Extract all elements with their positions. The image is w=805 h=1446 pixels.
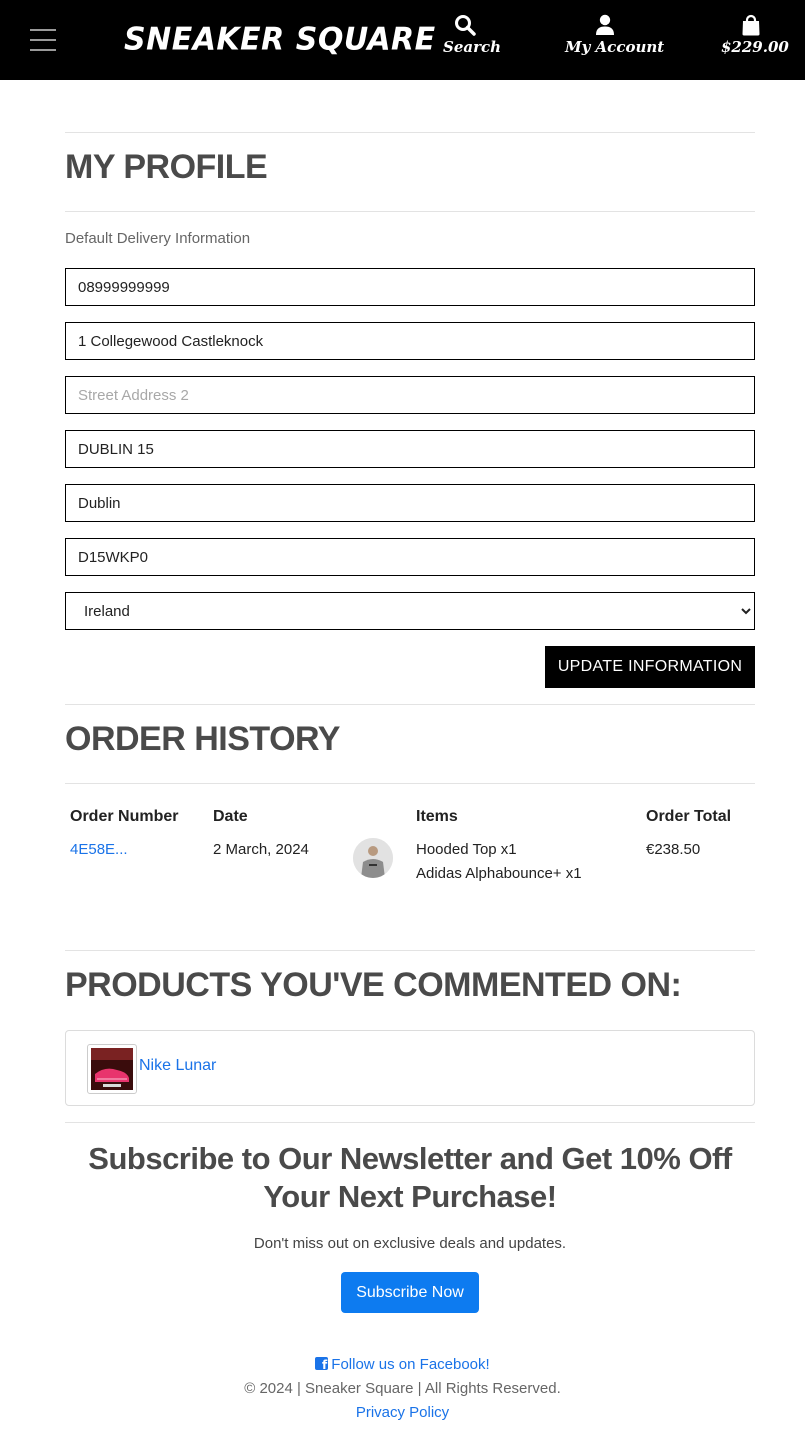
bag-total: $229.00 — [721, 38, 789, 56]
street-address-2-input[interactable] — [65, 376, 755, 414]
menu-toggle-icon[interactable] — [30, 29, 58, 51]
divider — [65, 132, 755, 133]
postcode-input[interactable] — [65, 538, 755, 576]
nav-shopping-bag[interactable]: $229.00 — [721, 14, 789, 56]
commented-products-title: PRODUCTS YOU'VE COMMENTED ON: — [65, 966, 682, 1004]
newsletter-subtitle: Don't miss out on exclusive deals and up… — [253, 1235, 567, 1252]
nav-search[interactable]: Search — [443, 14, 502, 56]
copyright-text: © 2024 | Sneaker Square | All Rights Res… — [244, 1380, 561, 1397]
privacy-line: Privacy Policy — [0, 1404, 805, 1421]
order-item-1: Hooded Top x1 — [416, 841, 517, 858]
order-history-title: ORDER HISTORY — [65, 720, 340, 758]
order-date: 2 March, 2024 — [213, 841, 309, 858]
col-items: Items — [416, 808, 458, 825]
product-link[interactable]: Nike Lunar — [139, 1057, 216, 1075]
street-address-1-input[interactable] — [65, 322, 755, 360]
divider — [65, 1122, 755, 1123]
order-item-2: Adidas Alphabounce+ x1 — [416, 865, 582, 882]
product-thumbnail[interactable] — [87, 1044, 137, 1094]
newsletter-title: Subscribe to Our Newsletter and Get 10% … — [88, 1141, 732, 1214]
facebook-follow: Follow us on Facebook! — [0, 1356, 805, 1373]
shopping-bag-icon — [742, 14, 760, 36]
commented-product-card: Nike Lunar — [65, 1030, 755, 1106]
phone-number-input[interactable] — [65, 268, 755, 306]
col-order-number: Order Number — [70, 808, 179, 825]
profile-title: MY PROFILE — [65, 148, 268, 186]
order-total: €238.50 — [646, 841, 701, 858]
facebook-link-text: Follow us on Facebook! — [331, 1356, 490, 1373]
facebook-link[interactable]: Follow us on Facebook! — [315, 1356, 490, 1373]
country-select[interactable]: Ireland — [65, 592, 755, 630]
divider — [65, 950, 755, 951]
col-order-total: Order Total — [646, 808, 732, 825]
user-icon — [596, 14, 614, 35]
order-number-link[interactable]: 4E58E... — [70, 841, 128, 858]
subscribe-button[interactable]: Subscribe Now — [341, 1272, 479, 1313]
divider — [65, 783, 755, 784]
col-date: Date — [213, 808, 248, 825]
top-navbar: SNEAKER SQUARE Search My Account $229.00 — [0, 0, 805, 80]
facebook-icon — [315, 1357, 329, 1372]
update-information-button[interactable]: UPDATE INFORMATION — [545, 646, 755, 688]
privacy-policy-link[interactable]: Privacy Policy — [356, 1404, 449, 1421]
nav-my-account[interactable]: My Account — [565, 14, 665, 56]
county-input[interactable] — [65, 484, 755, 522]
divider — [65, 211, 755, 212]
divider — [65, 704, 755, 705]
nav-account-label: My Account — [565, 38, 665, 56]
order-item-thumbnail — [353, 838, 393, 878]
delivery-info-label: Default Delivery Information — [65, 230, 251, 247]
nav-search-label: Search — [443, 38, 502, 56]
town-city-input[interactable] — [65, 430, 755, 468]
search-icon — [455, 15, 476, 36]
brand-logo[interactable]: SNEAKER SQUARE — [124, 19, 436, 61]
